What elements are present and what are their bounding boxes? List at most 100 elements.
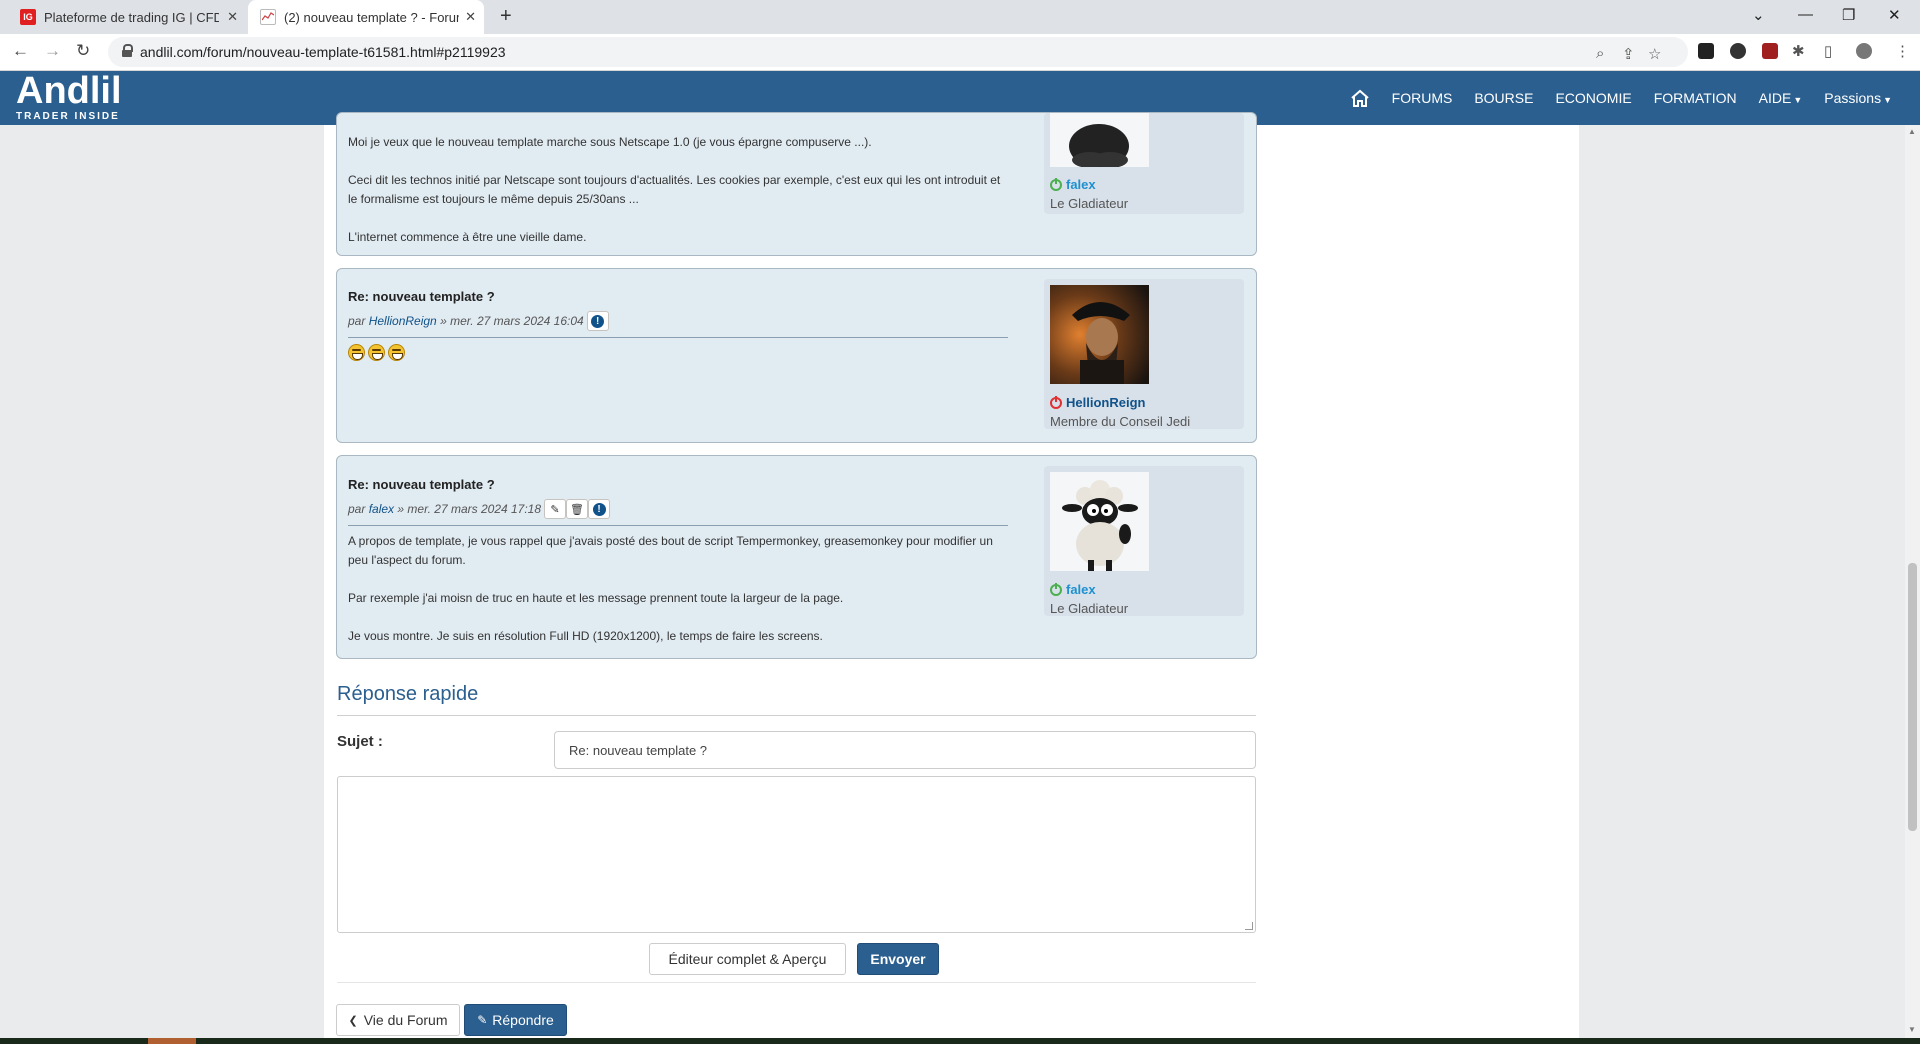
quick-reply-divider [337, 715, 1256, 716]
andlil-logo[interactable]: Andlil TRADER INSIDE [16, 71, 122, 122]
delete-button[interactable]: 🗑 [566, 499, 589, 519]
browser-tab-ig[interactable]: IG Plateforme de trading IG | CFD ✕ [16, 0, 246, 34]
reload-icon[interactable]: ↻ [76, 41, 90, 61]
share-icon[interactable]: ⇪ [1622, 45, 1635, 63]
subject-input[interactable] [554, 731, 1256, 769]
info-icon: ! [592, 502, 606, 516]
post-divider [348, 525, 1008, 526]
avatar-shaun-sheep[interactable] [1050, 472, 1149, 571]
post-paragraph: Par rexemple j'ai moisn de truc en haute… [348, 591, 844, 605]
profile-rank: Le Gladiateur [1050, 601, 1129, 616]
forward-icon[interactable]: → [44, 41, 61, 61]
trash-icon: 🗑 [570, 503, 585, 516]
page-scrollbar[interactable]: ▲ ▼ [1905, 125, 1920, 1038]
back-icon[interactable]: ← [12, 41, 29, 61]
post-body: A propos de template, je vous rappel que… [348, 532, 1008, 646]
edit-icon: ✎ [477, 1013, 488, 1027]
nav-bourse[interactable]: BOURSE [1474, 90, 1533, 106]
extension-badge-icon[interactable] [1698, 43, 1714, 59]
laughing-smiley-icon [368, 344, 385, 361]
nav-passions-label: Passions [1824, 90, 1882, 106]
laughing-smiley-icon [388, 344, 405, 361]
edit-button[interactable]: ✎ [544, 499, 567, 519]
nav-passions[interactable]: Passions ▼ [1824, 90, 1892, 106]
post-paragraph: Moi je veux que le nouveau template marc… [348, 135, 872, 149]
taskbar-active-item[interactable] [148, 1038, 196, 1044]
bookmark-star-icon[interactable]: ☆ [1648, 45, 1661, 63]
online-status-icon [1050, 177, 1062, 191]
home-icon[interactable] [1350, 89, 1370, 107]
report-button[interactable]: ! [588, 499, 611, 519]
resize-grip-icon[interactable] [1245, 922, 1253, 930]
post-profile: falex Le Gladiateur [1044, 466, 1244, 616]
restore-icon[interactable]: ❐ [1842, 6, 1855, 24]
close-tab-icon[interactable]: ✕ [465, 9, 476, 25]
post-title[interactable]: Re: nouveau template ? [348, 477, 1008, 492]
tab-title: Plateforme de trading IG | CFD [44, 9, 219, 25]
chevron-left-icon: ❮ [348, 1014, 358, 1027]
post-paragraph: A propos de template, je vous rappel que… [348, 534, 993, 567]
post-paragraph: L'internet commence à être une vieille d… [348, 230, 587, 244]
profile-username[interactable]: falex [1050, 582, 1096, 597]
post-content: Re: nouveau template ? par HellionReign … [348, 289, 1008, 366]
report-button[interactable]: ! [586, 311, 609, 331]
logo-tagline: TRADER INSIDE [16, 111, 120, 122]
nav-aide[interactable]: AIDE ▼ [1759, 90, 1803, 106]
quick-reply-title: Réponse rapide [337, 683, 479, 705]
author-link[interactable]: falex [369, 502, 394, 516]
post-title[interactable]: Re: nouveau template ? [348, 289, 1008, 304]
scroll-down-icon[interactable]: ▼ [1908, 1025, 1916, 1034]
profile-username[interactable]: falex [1050, 177, 1096, 192]
post-meta: par HellionReign » mer. 27 mars 2024 16:… [348, 311, 1008, 331]
meta-prefix: par [348, 314, 366, 328]
info-icon: ! [591, 314, 605, 328]
nav-forums[interactable]: FORUMS [1392, 90, 1453, 106]
scroll-thumb[interactable] [1908, 563, 1917, 831]
meta-prefix: par [348, 502, 366, 516]
new-tab-icon[interactable]: + [500, 5, 512, 28]
menu-kebab-icon[interactable]: ⋮ [1895, 42, 1910, 60]
post-meta: par falex » mer. 27 mars 2024 17:18 ✎ 🗑 … [348, 499, 1008, 519]
browser-tab-forum[interactable]: (2) nouveau template ? - Forum Andlil ✕ [248, 0, 484, 34]
edit-icon: ✎ [550, 503, 560, 516]
close-tab-icon[interactable]: ✕ [227, 9, 238, 25]
laughing-smiley-icon [348, 344, 365, 361]
reply-button[interactable]: ✎ Répondre [464, 1004, 567, 1036]
offline-status-icon [1050, 395, 1062, 409]
reply-label: Répondre [492, 1012, 554, 1028]
zoom-icon[interactable]: ⌕ [1596, 45, 1604, 62]
profile-username[interactable]: HellionReign [1050, 395, 1145, 410]
close-window-icon[interactable]: ✕ [1888, 6, 1901, 24]
forum-post: Re: nouveau template ? par HellionReign … [336, 268, 1257, 443]
ublock-icon[interactable] [1762, 43, 1778, 59]
extensions-puzzle-icon[interactable]: ✱ [1792, 42, 1805, 60]
address-bar-row: ← → ↻ andlil.com/forum/nouveau-template-… [0, 34, 1920, 71]
message-textarea[interactable] [337, 776, 1256, 933]
back-to-forum-button[interactable]: ❮ Vie du Forum [336, 1004, 460, 1036]
chart-favicon-icon [260, 9, 276, 25]
nav-formation[interactable]: FORMATION [1654, 90, 1737, 106]
tab-title: (2) nouveau template ? - Forum Andlil [284, 9, 459, 25]
action-divider [337, 982, 1256, 983]
profile-avatar-icon[interactable] [1856, 43, 1872, 59]
lock-icon [122, 44, 133, 57]
scroll-up-icon[interactable]: ▲ [1908, 127, 1916, 136]
tab-search-icon[interactable]: ⌄ [1752, 6, 1765, 24]
post-paragraph: Je vous montre. Je suis en résolution Fu… [348, 629, 823, 643]
nav-aide-label: AIDE [1758, 90, 1792, 106]
post-date: » mer. 27 mars 2024 17:18 [397, 502, 542, 516]
url-field[interactable]: andlil.com/forum/nouveau-template-t61581… [108, 37, 1688, 67]
send-button[interactable]: Envoyer [857, 943, 939, 975]
post-content: Re: nouveau template ? par falex » mer. … [348, 477, 1008, 665]
username-text: falex [1066, 177, 1096, 192]
author-link[interactable]: HellionReign [369, 314, 437, 328]
side-panel-icon[interactable]: ▯ [1824, 42, 1832, 60]
extension-icon[interactable] [1730, 43, 1746, 59]
nav-economie[interactable]: ECONOMIE [1555, 90, 1631, 106]
minimize-icon[interactable]: — [1798, 6, 1813, 23]
avatar-pirate[interactable] [1050, 285, 1149, 384]
avatar-shaun-sheep[interactable] [1050, 113, 1149, 167]
full-editor-button[interactable]: Éditeur complet & Aperçu [649, 943, 846, 975]
ig-favicon-icon: IG [20, 9, 36, 25]
post-divider [348, 337, 1008, 338]
